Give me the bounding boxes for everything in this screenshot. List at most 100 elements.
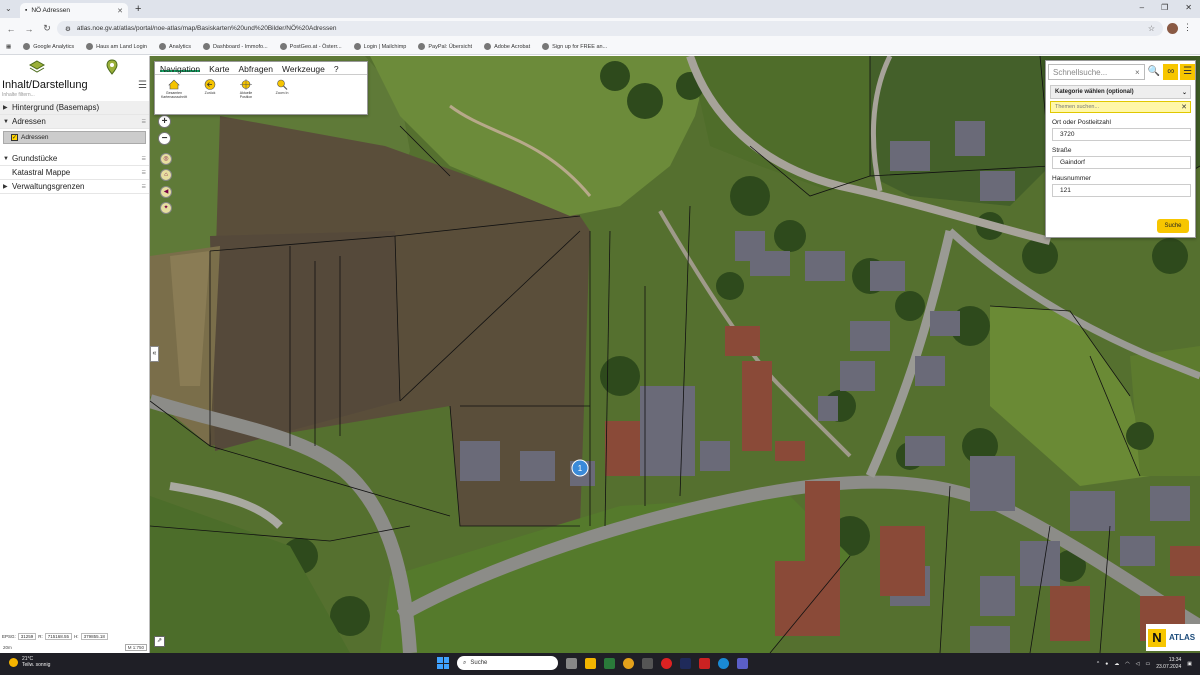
cloud-icon[interactable]: ☁	[1114, 661, 1119, 667]
layers-icon[interactable]	[29, 59, 46, 75]
taskbar-search[interactable]: ⌕ Suche	[457, 656, 558, 670]
bookmark-item[interactable]: Google Analytics	[23, 43, 74, 50]
forward-icon[interactable]: →	[22, 24, 36, 34]
chrome-icon[interactable]	[623, 657, 634, 669]
tray-app-icon[interactable]: ●	[1105, 661, 1108, 667]
task-view-icon[interactable]	[566, 657, 577, 669]
tab-abfragen[interactable]: Abfragen	[239, 64, 274, 74]
category-select[interactable]: Kategorie wählen (optional) ⌄	[1050, 85, 1191, 99]
bookmark-item[interactable]: PayPal: Übersicht	[418, 43, 472, 50]
tab-help[interactable]: ?	[334, 64, 339, 74]
scale-length: 20m	[3, 644, 12, 650]
home-tool-icon[interactable]: ⌂	[160, 169, 172, 181]
checkbox-checked-icon[interactable]: ✓	[11, 134, 18, 141]
start-button[interactable]	[437, 657, 449, 669]
search-icon[interactable]: 🔍	[1147, 64, 1162, 80]
volume-icon[interactable]: ◁	[1136, 661, 1140, 667]
panel-menu-icon[interactable]: ☰	[138, 80, 147, 91]
place-field[interactable]: 3720	[1052, 128, 1191, 141]
target-tool-icon[interactable]: ✦	[160, 202, 172, 214]
zoom-in-tool-button[interactable]: Zoom In	[272, 79, 292, 99]
apps-grid-icon[interactable]: ▦	[6, 44, 11, 50]
reload-icon[interactable]: ↻	[40, 23, 54, 34]
photoshop-icon[interactable]	[680, 657, 691, 669]
minimize-icon[interactable]: –	[1140, 3, 1144, 12]
zoom-in-button[interactable]: +	[158, 115, 171, 128]
site-info-icon[interactable]: ⚙	[65, 25, 71, 33]
tab-navigation[interactable]: Navigation	[160, 64, 201, 74]
theme-search-input[interactable]: Themen suchen... ✕	[1050, 101, 1191, 113]
tab-list-chevron-icon[interactable]: ⌄	[5, 4, 12, 13]
bookmark-star-icon[interactable]: ☆	[1148, 24, 1155, 33]
home-icon	[168, 79, 180, 90]
tab-karte[interactable]: Karte	[209, 64, 229, 74]
layer-filter-input[interactable]: Inhalte filtern...	[0, 92, 149, 101]
app-icon[interactable]	[642, 657, 653, 669]
quick-search-input[interactable]: Schnellsuche... ×	[1048, 64, 1145, 80]
layer-row-katastral[interactable]: Katastral Mappe ☰	[0, 166, 149, 180]
excel-icon[interactable]	[604, 657, 615, 669]
clear-theme-icon[interactable]: ✕	[1181, 103, 1187, 111]
opera-icon[interactable]	[661, 657, 672, 669]
bookmark-item[interactable]: Adobe Acrobat	[484, 43, 530, 50]
collapse-panel-button[interactable]: «	[150, 346, 159, 362]
current-position-button[interactable]: Aktuelle Position	[236, 79, 256, 99]
edge-icon[interactable]	[718, 657, 729, 669]
collapse-arrow-icon[interactable]: ▼	[3, 119, 12, 125]
close-tab-icon[interactable]: ✕	[117, 7, 123, 15]
teams-icon[interactable]	[737, 657, 748, 669]
notifications-icon[interactable]: ▣	[1187, 661, 1192, 667]
bookmark-item[interactable]: Dashboard - Immofo...	[202, 43, 268, 50]
layer-row-verwaltung[interactable]: ▶ Verwaltungsgrenzen ☰	[0, 180, 149, 194]
profile-avatar[interactable]	[1167, 23, 1178, 34]
coordinate-readout: EPSG: 31259 R: 715168.55 H: 379855.18	[0, 632, 150, 641]
layer-row-grundstuecke[interactable]: ▼ Grundstücke ☰	[0, 152, 149, 166]
battery-icon[interactable]: ▭	[1146, 661, 1151, 667]
wifi-icon[interactable]: ◠	[1125, 661, 1129, 667]
maximize-icon[interactable]: ❐	[1161, 3, 1168, 12]
tab-werkzeuge[interactable]: Werkzeuge	[282, 64, 325, 74]
weather-widget[interactable]: 21°C Teilw. sonnig	[9, 656, 50, 668]
sublayer-adressen[interactable]: ✓ Adressen	[3, 131, 146, 144]
new-tab-button[interactable]: +	[135, 3, 141, 15]
favicon-icon: ▪	[25, 7, 28, 14]
back-icon[interactable]: ←	[4, 24, 18, 34]
clear-search-icon[interactable]: ×	[1135, 68, 1140, 77]
back-button[interactable]: Zurück	[200, 79, 220, 99]
acrobat-icon[interactable]	[699, 657, 710, 669]
atlas-logo: N ATLAS	[1146, 624, 1200, 651]
layer-row-basemaps[interactable]: ▶ Hintergrund (Basemaps)	[0, 101, 149, 115]
back-tool-icon[interactable]: ◀	[160, 186, 172, 198]
browser-menu-icon[interactable]: ⋮	[1183, 22, 1192, 33]
tray-chevron-icon[interactable]: ^	[1097, 661, 1099, 667]
expand-arrow-icon[interactable]: ▶	[3, 104, 12, 111]
street-field[interactable]: Gaindorf	[1052, 156, 1191, 169]
zoom-out-button[interactable]: −	[158, 132, 171, 145]
file-explorer-icon[interactable]	[585, 657, 596, 669]
menu-icon[interactable]: ☰	[1180, 64, 1195, 80]
url-field[interactable]: ⚙ atlas.noe.gv.at/atlas/portal/noe-atlas…	[57, 21, 1163, 36]
browser-tab[interactable]: ▪ NÖ Adressen ✕	[20, 3, 128, 18]
search-submit-button[interactable]: Suche	[1157, 219, 1189, 233]
layer-options-icon[interactable]: ☰	[142, 184, 146, 190]
expand-arrow-icon[interactable]: ▼	[3, 156, 12, 162]
layer-options-icon[interactable]: ☰	[142, 119, 146, 125]
layer-options-icon[interactable]: ☰	[142, 156, 146, 162]
map-pin-icon[interactable]	[104, 59, 120, 75]
binoculars-icon[interactable]: ∞	[1163, 64, 1179, 80]
bookmark-item[interactable]: Analytics	[158, 43, 191, 50]
house-number-field[interactable]: 121	[1052, 184, 1191, 197]
bookmark-item[interactable]: Haus am Land Login	[86, 43, 147, 50]
bookmark-item[interactable]: Login | Mailchimp	[353, 43, 406, 50]
layer-options-icon[interactable]: ☰	[142, 170, 146, 176]
aerial-map[interactable]: 1	[150, 56, 1200, 653]
location-tool-icon[interactable]: ◎	[160, 153, 172, 165]
bookmark-item[interactable]: PostGeo.at - Österr...	[279, 43, 342, 50]
full-extent-button[interactable]: Gesamten Kartenausschnitt	[161, 79, 187, 99]
expand-arrow-icon[interactable]: ▶	[3, 183, 12, 190]
bookmark-item[interactable]: Sign up for FREE an...	[542, 43, 607, 50]
share-link-icon[interactable]: ⇗	[154, 636, 165, 647]
layer-row-adressen[interactable]: ▼ Adressen ☰	[0, 115, 149, 129]
clock[interactable]: 13:34 23.07.2024	[1156, 657, 1181, 671]
close-window-icon[interactable]: ✕	[1185, 3, 1192, 12]
